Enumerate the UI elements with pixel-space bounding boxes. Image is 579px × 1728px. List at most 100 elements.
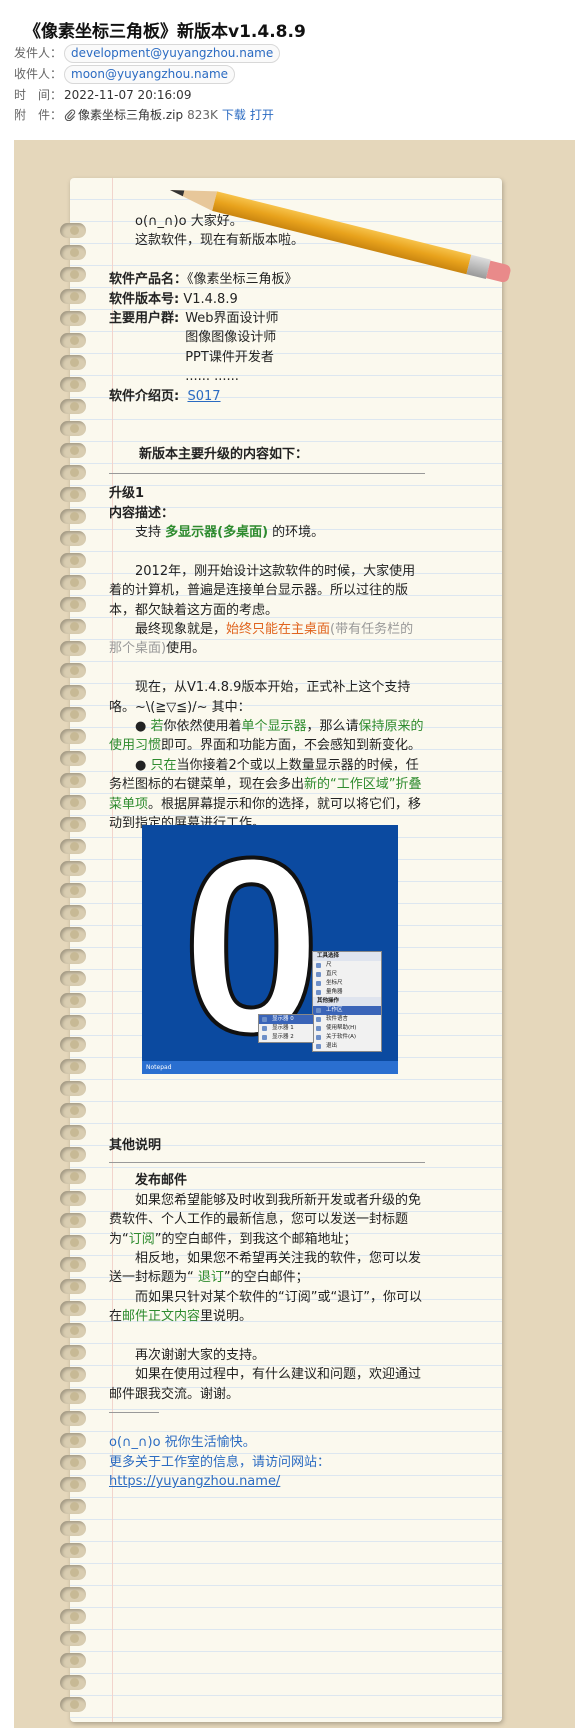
attachment-size: 823K [187, 108, 218, 122]
attachment-label: 附 件： [14, 108, 63, 122]
binding-ring [60, 927, 86, 942]
submenu-item: 显示器 2 [259, 1033, 313, 1042]
binding-ring [60, 817, 86, 832]
context-menu: 工具选择 尺 直尺 坐标尺 量角器 其他操作 工作区 软件语言 使用帮助(H) … [312, 951, 382, 1052]
binding-ring [60, 1521, 86, 1536]
greeting-line-2: 这款软件，现在有新版本啦。 [135, 233, 305, 249]
binding-ring [60, 839, 86, 854]
history-paragraph: 2012年，刚开始设计这款软件的时候，大家使用着的计算机，普遍是连接单台显示器。… [109, 563, 416, 618]
binding-ring [60, 795, 86, 810]
binding-ring [60, 1433, 86, 1448]
user-group: 图像图像设计师 [185, 330, 277, 346]
binding-ring [60, 597, 86, 612]
to-address[interactable]: moon@yuyangzhou.name [64, 65, 236, 84]
binding-ring [60, 663, 86, 678]
menu-item: 坐标尺 [313, 979, 381, 988]
binding-ring [60, 861, 86, 876]
mail-subject: 《像素坐标三角板》新版本v1.4.8.9 [24, 22, 306, 42]
binding-ring [60, 685, 86, 700]
users-row: 主要用户群: Web界面设计师 图像图像设计师 PPT课件开发者 ...... … [109, 309, 425, 387]
binding-ring [60, 1587, 86, 1602]
binding-ring [60, 619, 86, 634]
feature-screenshot: 0 工具选择 尺 直尺 坐标尺 量角器 其他操作 工作区 软件语言 使用帮助(H… [142, 825, 398, 1074]
binding-ring [60, 553, 86, 568]
menu-item: 使用帮助(H) [313, 1024, 381, 1033]
binding-ring [60, 1389, 86, 1404]
mail-header: 《像素坐标三角板》新版本v1.4.8.9 发件人： development@yuy… [0, 0, 579, 140]
binding-ring [60, 1037, 86, 1052]
to-row: 收件人： moon@yuyangzhou.name [14, 64, 236, 84]
mail-body-lower: 其他说明 发布邮件 如果您希望能够及时收到我所新开发或者升级的免费软件、个人工作… [109, 1136, 425, 1491]
final-phenomenon: 最终现象就是，始终只能在主桌面(带有任务栏的那个桌面)使用。 [109, 622, 414, 657]
user-group: ...... ...... [185, 369, 239, 385]
binding-ring [60, 1653, 86, 1668]
version-value: V1.4.8.9 [183, 291, 238, 307]
binding-ring [60, 223, 86, 238]
upgrade-1-title: 升级1 [109, 486, 145, 502]
binding-ring [60, 443, 86, 458]
workspace-submenu: 显示器 0 显示器 1 显示器 2 [258, 1014, 314, 1043]
feedback-line: 如果在使用过程中，有什么建议和问题，欢迎通过邮件跟我交流。谢谢。 [109, 1367, 422, 1402]
binding-ring [60, 531, 86, 546]
website-link[interactable]: https://yuyangzhou.name/ [109, 1474, 280, 1489]
binding-ring [60, 1169, 86, 1184]
binding-ring [60, 883, 86, 898]
user-group: Web界面设计师 [185, 311, 279, 327]
binding-ring [60, 707, 86, 722]
binding-ring [60, 421, 86, 436]
binding-ring [60, 1081, 86, 1096]
binding-ring [60, 289, 86, 304]
binding-ring [60, 509, 86, 524]
binding-ring [60, 267, 86, 282]
intro-link[interactable]: S017 [187, 389, 220, 404]
binding-ring [60, 1015, 86, 1030]
open-link[interactable]: 打开 [250, 108, 274, 122]
specific-paragraph: 而如果只针对某个软件的“订阅”或“退订”，你可以在邮件正文内容里说明。 [109, 1289, 422, 1325]
from-address[interactable]: development@yuyangzhou.name [64, 44, 281, 63]
update-title: 新版本主要升级的内容如下： [139, 446, 309, 462]
version-row: 软件版本号: V1.4.8.9 [109, 290, 425, 309]
binding-ring [60, 1059, 86, 1074]
multi-monitor-highlight: 多显示器(多桌面) [165, 525, 269, 541]
subscribe-paragraph: 如果您希望能够及时收到我所新开发或者升级的免费软件、个人工作的最新信息，您可以发… [109, 1192, 422, 1247]
binding-ring [60, 1191, 86, 1206]
binding-ring [60, 487, 86, 502]
binding-ring [60, 377, 86, 392]
greeting-line: o(∩_∩)o 大家好。 [135, 214, 243, 229]
product-name-value: 《像素坐标三角板》 [187, 272, 298, 288]
binding-ring [60, 1477, 86, 1492]
binding-ring [60, 1147, 86, 1162]
divider [109, 473, 425, 475]
binding-ring [60, 1499, 86, 1514]
binding-ring [60, 333, 86, 348]
users-label: 主要用户群: [109, 311, 180, 327]
binding-ring [60, 245, 86, 260]
menu-item: 直尺 [313, 970, 381, 979]
binding-ring [60, 1675, 86, 1690]
thanks-line: 再次谢谢大家的支持。 [135, 1348, 266, 1364]
binding-ring [60, 1323, 86, 1338]
binding-ring [60, 1345, 86, 1360]
users-list: Web界面设计师 图像图像设计师 PPT课件开发者 ...... ...... [185, 309, 278, 387]
time-row: 时 间： 2022-11-07 20:16:09 [14, 85, 191, 105]
support-line: 支持 多显示器(多桌面) 的环境。 [135, 525, 325, 541]
intro-row: 软件介绍页: S017 [109, 387, 425, 406]
binding-ring [60, 971, 86, 986]
binding-ring [60, 1301, 86, 1316]
menu-item: 量角器 [313, 988, 381, 997]
from-row: 发件人： development@yuyangzhou.name [14, 43, 281, 63]
binding-ring [60, 1103, 86, 1118]
binding-ring [60, 1543, 86, 1558]
binding-ring [60, 949, 86, 964]
binding-ring [60, 1213, 86, 1228]
download-link[interactable]: 下载 [222, 108, 246, 122]
attachment-name: 像素坐标三角板.zip [78, 108, 184, 122]
menu-item: 尺 [313, 961, 381, 970]
binding-ring [60, 399, 86, 414]
time-value: 2022-11-07 20:16:09 [64, 88, 192, 102]
time-label: 时 间： [14, 88, 63, 102]
mail-body: o(∩_∩)o 大家好。 这款软件，现在有新版本啦。 软件产品名：《像素坐标三角… [109, 212, 425, 834]
attachment-row: 附 件： 像素坐标三角板.zip 823K 下载 打开 [14, 105, 274, 125]
publish-title: 发布邮件 [135, 1173, 188, 1189]
binding-ring [60, 355, 86, 370]
